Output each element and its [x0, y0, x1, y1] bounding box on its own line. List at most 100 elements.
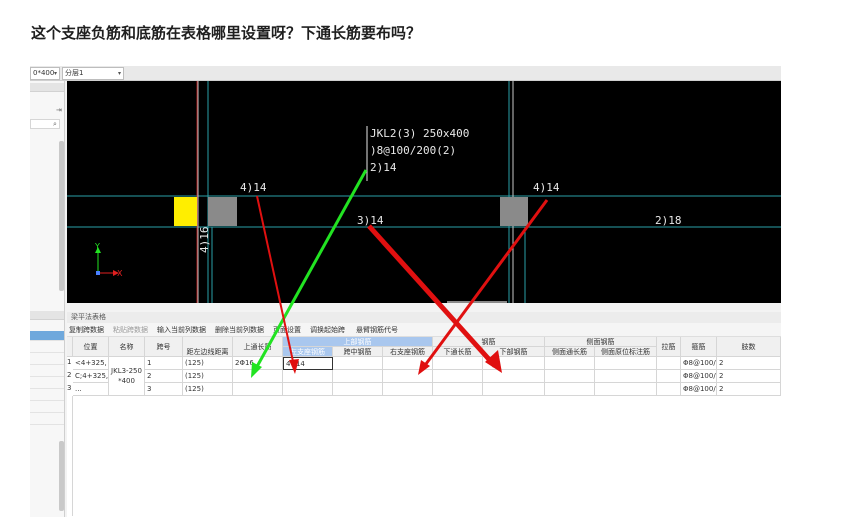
top-through-cell[interactable]: [233, 383, 283, 396]
beam-label-text: JKL2(3) 250x400: [370, 127, 469, 140]
y-axis-label: Y: [94, 242, 100, 251]
search-icon[interactable]: ⌕: [53, 120, 57, 129]
side-through-cell[interactable]: [545, 370, 595, 383]
chevron-down-icon: ▾: [117, 70, 121, 77]
top-through-cell[interactable]: [233, 370, 283, 383]
selected-item[interactable]: [30, 331, 64, 341]
legs-cell[interactable]: 2: [717, 383, 781, 396]
right-support-cell[interactable]: [383, 383, 433, 396]
page-setup-button[interactable]: 页面设置: [273, 325, 301, 335]
side-through-cell[interactable]: [545, 383, 595, 396]
position-cell[interactable]: C;4+325,: [73, 370, 109, 383]
col-header[interactable]: 上通长筋: [233, 337, 283, 357]
panel-title: 梁平法表格: [67, 312, 781, 323]
side-inplace-cell[interactable]: [595, 357, 657, 370]
side-inplace-cell[interactable]: [595, 383, 657, 396]
layer-combo[interactable]: 分层1 ▾: [62, 67, 124, 80]
left-panel: ⇥ ⌕: [30, 81, 65, 517]
cantilever-code-button[interactable]: 悬臂钢筋代号: [356, 325, 398, 335]
section-combo-value: 0*400: [33, 69, 55, 77]
list-item[interactable]: [30, 391, 64, 401]
col-header[interactable]: 下通长筋: [433, 347, 483, 357]
bottom-through-cell[interactable]: [433, 370, 483, 383]
col-header[interactable]: 侧面原位标注筋: [595, 347, 657, 357]
list-item[interactable]: [30, 403, 64, 413]
mid-cell[interactable]: [333, 357, 383, 370]
column-label-text: 4)16: [198, 227, 211, 254]
copy-span-button[interactable]: 复制跨数据: [69, 325, 104, 335]
tie-cell[interactable]: [657, 383, 681, 396]
section-combo[interactable]: 0*400 ▾: [30, 67, 60, 80]
cad-canvas[interactable]: JKL2(3) 250x400 )8@100/200(2) 2)14 4)14 …: [67, 81, 781, 303]
side-through-cell[interactable]: [545, 357, 595, 370]
column-grey: [500, 197, 528, 226]
bottom-through-cell[interactable]: [433, 357, 483, 370]
legs-cell[interactable]: 2: [717, 357, 781, 370]
mid-cell[interactable]: [333, 383, 383, 396]
panel-scrollbar[interactable]: [59, 141, 64, 291]
pin-icon[interactable]: ⇥: [56, 106, 62, 114]
paste-span-button[interactable]: 粘贴跨数据: [113, 325, 148, 335]
position-cell[interactable]: ...: [73, 383, 109, 396]
top-toolbar: 0*400 ▾ 分层1 ▾: [30, 66, 781, 81]
col-header[interactable]: 拉筋: [657, 337, 681, 357]
list-item[interactable]: [30, 343, 64, 353]
swap-start-button[interactable]: 调换起始跨: [310, 325, 345, 335]
tie-cell[interactable]: [657, 370, 681, 383]
offset-cell[interactable]: (125): [183, 383, 233, 396]
span-cell[interactable]: 3: [145, 383, 183, 396]
right-support-cell[interactable]: [383, 370, 433, 383]
group-header-top-rebar: 上部钢筋: [283, 337, 433, 347]
panel-header: [30, 311, 64, 320]
bottom-through-cell[interactable]: [433, 383, 483, 396]
col-header[interactable]: 跨号: [145, 337, 183, 357]
left-support-cell[interactable]: 4Φ14: [283, 357, 333, 370]
list-item[interactable]: [30, 379, 64, 389]
layer-combo-value: 分层1: [65, 69, 84, 77]
col-header[interactable]: 箍筋: [681, 337, 717, 357]
offset-cell[interactable]: (125): [183, 370, 233, 383]
col-header[interactable]: 下部钢筋: [483, 347, 545, 357]
delete-column-button[interactable]: 删除当前列数据: [215, 325, 264, 335]
bottom-rebar-cell[interactable]: [483, 357, 545, 370]
origin-icon: [96, 271, 100, 275]
column-grey: [208, 197, 237, 226]
col-header-selected[interactable]: 左支座钢筋: [283, 347, 333, 357]
mid-cell[interactable]: [333, 370, 383, 383]
col-header[interactable]: 侧面通长筋: [545, 347, 595, 357]
right-bottom-text: 2)18: [655, 214, 682, 227]
col-header[interactable]: 肢数: [717, 337, 781, 357]
list-item[interactable]: [30, 355, 64, 365]
left-support-cell[interactable]: [283, 383, 333, 396]
side-inplace-cell[interactable]: [595, 370, 657, 383]
beam-table-panel: 梁平法表格 复制跨数据 粘贴跨数据 输入当前列数据 删除当前列数据 页面设置 调…: [67, 312, 781, 517]
left-support-cell[interactable]: [283, 370, 333, 383]
position-cell[interactable]: <4+325,: [73, 357, 109, 370]
left-support-text: 4)14: [240, 181, 267, 194]
input-column-button[interactable]: 输入当前列数据: [157, 325, 206, 335]
bottom-rebar-cell[interactable]: [483, 383, 545, 396]
right-support-cell[interactable]: [383, 357, 433, 370]
name-cell[interactable]: JKL3-250 *400: [109, 357, 145, 396]
offset-cell[interactable]: (125): [183, 357, 233, 370]
stirrup-cell[interactable]: Φ8@100/: [681, 357, 717, 370]
span-cell[interactable]: 2: [145, 370, 183, 383]
col-header[interactable]: 右支座钢筋: [383, 347, 433, 357]
legs-cell[interactable]: 2: [717, 370, 781, 383]
stirrup-text: )8@100/200(2): [370, 144, 456, 157]
list-item[interactable]: [30, 367, 64, 377]
stirrup-cell[interactable]: Φ8@100/: [681, 383, 717, 396]
bottom-rebar-cell[interactable]: [483, 370, 545, 383]
tie-cell[interactable]: [657, 357, 681, 370]
x-axis-label: X: [117, 269, 123, 278]
stirrup-cell[interactable]: Φ8@100/: [681, 370, 717, 383]
col-header[interactable]: 位置: [73, 337, 109, 357]
right-support-text: 4)14: [533, 181, 560, 194]
top-through-cell[interactable]: 2Φ16: [233, 357, 283, 370]
list-item[interactable]: [30, 415, 64, 425]
col-header[interactable]: 距左边线距离: [183, 337, 233, 357]
panel-scrollbar[interactable]: [59, 441, 64, 511]
span-cell[interactable]: 1: [145, 357, 183, 370]
col-header[interactable]: 跨中钢筋: [333, 347, 383, 357]
col-header[interactable]: 名称: [109, 337, 145, 357]
